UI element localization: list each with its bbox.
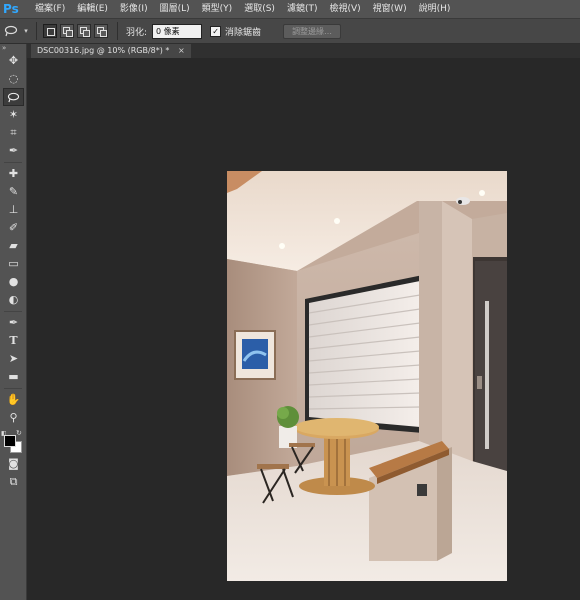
menu-file[interactable]: 檔案(F) — [29, 0, 71, 18]
screen-mode-tool-icon[interactable]: ⧉ — [3, 473, 24, 491]
divider — [36, 22, 37, 40]
feather-input[interactable]: 0 像素 — [152, 23, 203, 39]
divider — [117, 22, 118, 40]
panel-collapse-icon[interactable]: » — [0, 44, 26, 52]
crop-tool-icon[interactable]: ⌗ — [3, 124, 24, 142]
gradient-tool-icon[interactable]: ▭ — [3, 255, 24, 273]
feather-label: 羽化: — [126, 27, 148, 38]
document-tab[interactable]: DSC00316.jpg @ 10% (RGB/8*) * × — [31, 44, 191, 58]
move-tool-icon[interactable]: ✥ — [3, 52, 24, 70]
brush-tool-icon[interactable]: ✎ — [3, 183, 24, 201]
menu-filter[interactable]: 濾鏡(T) — [281, 0, 324, 18]
menu-view[interactable]: 檢視(V) — [323, 0, 366, 18]
marquee-tool-icon[interactable]: ◌ — [3, 70, 24, 88]
tool-preset-dropdown-icon[interactable]: ▾ — [22, 23, 30, 39]
quick-mask-tool-icon[interactable]: ◙ — [3, 455, 24, 473]
add-to-selection-button[interactable] — [60, 24, 74, 38]
pen-tool-icon[interactable]: ✒ — [3, 314, 24, 332]
document-canvas[interactable] — [227, 171, 507, 581]
document-tab-title: DSC00316.jpg @ 10% (RGB/8*) * — [37, 46, 170, 55]
intersect-selection-button[interactable] — [94, 24, 108, 38]
refine-edge-button[interactable]: 調整邊緣… — [283, 23, 342, 39]
eraser-tool-icon[interactable]: ▰ — [3, 237, 24, 255]
menu-window[interactable]: 視窗(W) — [367, 0, 413, 18]
menu-select[interactable]: 選取(S) — [238, 0, 281, 18]
type-tool-icon[interactable]: T — [3, 332, 24, 350]
menu-layer[interactable]: 圖層(L) — [154, 0, 196, 18]
foreground-color-swatch[interactable] — [4, 435, 16, 447]
divider — [4, 311, 22, 312]
canvas-area[interactable] — [27, 58, 580, 600]
menu-help[interactable]: 說明(H) — [413, 0, 457, 18]
swap-colors-icon[interactable]: ↻ — [16, 429, 22, 437]
close-icon[interactable]: × — [178, 46, 185, 55]
spot-healing-tool-icon[interactable]: ✚ — [3, 165, 24, 183]
blur-tool-icon[interactable]: ● — [3, 273, 24, 291]
menu-bar: Ps 檔案(F) 編輯(E) 影像(I) 圖層(L) 類型(Y) 選取(S) 濾… — [0, 0, 580, 18]
path-selection-tool-icon[interactable]: ➤ — [3, 350, 24, 368]
room-photo-image — [227, 171, 507, 581]
divider — [4, 162, 22, 163]
divider — [4, 388, 22, 389]
zoom-tool-icon[interactable]: ⚲ — [3, 409, 24, 427]
clone-stamp-tool-icon[interactable]: ⊥ — [3, 201, 24, 219]
hand-tool-icon[interactable]: ✋ — [3, 391, 24, 409]
color-swatches: ◧ ↻ — [0, 429, 26, 455]
lasso-tool-icon[interactable] — [3, 88, 24, 106]
antialias-checkbox[interactable]: ✓ — [210, 25, 222, 37]
tools-panel: » ✥ ◌ ✶ ⌗ ✒ ✚ ✎ ⊥ ✐ ▰ ▭ ● ◐ ✒ T ➤ ▬ ✋ ⚲ … — [0, 44, 27, 600]
document-tab-bar: DSC00316.jpg @ 10% (RGB/8*) * × — [27, 44, 580, 58]
photoshop-logo: Ps — [3, 2, 19, 16]
antialias-label: 消除鋸齒 — [225, 27, 262, 38]
eyedropper-tool-icon[interactable]: ✒ — [3, 142, 24, 160]
menu-edit[interactable]: 編輯(E) — [71, 0, 114, 18]
lasso-icon[interactable] — [3, 23, 19, 39]
quick-selection-tool-icon[interactable]: ✶ — [3, 106, 24, 124]
history-brush-tool-icon[interactable]: ✐ — [3, 219, 24, 237]
menu-type[interactable]: 類型(Y) — [196, 0, 239, 18]
dodge-tool-icon[interactable]: ◐ — [3, 291, 24, 309]
shape-tool-icon[interactable]: ▬ — [3, 368, 24, 386]
subtract-from-selection-button[interactable] — [77, 24, 91, 38]
new-selection-button[interactable] — [43, 24, 57, 38]
options-bar: ▾ 羽化: 0 像素 ✓ 消除鋸齒 調整邊緣… — [0, 18, 580, 44]
menu-image[interactable]: 影像(I) — [114, 0, 154, 18]
